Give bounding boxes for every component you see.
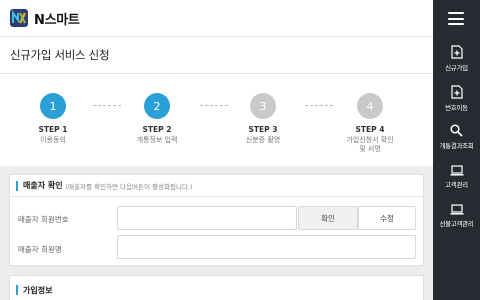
step-4-circle: 4	[357, 93, 383, 119]
sidebar-item-label: 고객관리	[445, 181, 468, 189]
step-1-label: STEP 1	[38, 125, 68, 134]
step-1-circle: 1	[40, 93, 66, 119]
step-connector	[305, 105, 333, 106]
seller-section-title: 매출자 확인	[23, 181, 63, 190]
edit-button[interactable]: 수정	[358, 206, 416, 230]
member-name-row: 매출자 회원명	[10, 234, 423, 264]
step-3-circle: 3	[250, 93, 276, 119]
step-2-desc: 개통정보 입력	[136, 136, 178, 144]
step-connector	[200, 105, 228, 106]
member-no-row: 매출자 회원번호 확인 수정	[10, 204, 423, 234]
step-2-circle: 2	[144, 93, 170, 119]
page-title: 신규가입 서비스 신청	[10, 48, 110, 62]
member-no-input[interactable]	[117, 206, 297, 230]
sidebar-item-new-join[interactable]: 신규가입	[433, 45, 480, 72]
section-accent-bar	[16, 180, 18, 191]
step-4-label: STEP 4	[355, 125, 385, 134]
step-progress: 1 STEP 1 이용동의 2 STEP 2 개통정보 입력 3 STEP 3 …	[0, 74, 433, 166]
step-1-desc: 이용동의	[40, 136, 66, 144]
step-2: 2 STEP 2 개통정보 입력	[122, 93, 192, 145]
confirm-button[interactable]: 확인	[298, 206, 358, 230]
document-plus-icon	[450, 85, 463, 99]
laptop-icon	[450, 204, 463, 215]
seller-section: 매출자 확인 (매출자를 확인하면 다음버튼이 활성화됩니다.) 매출자 회원번…	[9, 174, 424, 266]
sidebar: 신규가입 번호이동 개통결과조회 고객관리 선불고객관리	[433, 0, 480, 300]
step-4-desc: 가입신청서 확인 및 서명	[346, 136, 394, 153]
main-panel: N스마트 신규가입 서비스 신청 1 STEP 1 이용동의 2 STEP 2 …	[0, 0, 433, 300]
top-bar: N스마트	[0, 0, 433, 37]
step-1: 1 STEP 1 이용동의	[18, 93, 88, 145]
seller-section-note: (매출자를 확인하면 다음버튼이 활성화됩니다.)	[65, 182, 193, 191]
sidebar-item-number-transfer[interactable]: 번호이동	[433, 85, 480, 112]
document-plus-icon	[450, 45, 463, 59]
menu-icon[interactable]	[448, 12, 464, 25]
join-section-title: 가입정보	[23, 285, 53, 295]
step-connector	[93, 105, 121, 106]
join-section-header: 가입정보	[10, 276, 423, 300]
sidebar-item-activation-lookup[interactable]: 개통결과조회	[433, 124, 480, 150]
sidebar-item-prepaid-customer[interactable]: 선불고객관리	[433, 204, 480, 228]
sidebar-item-label: 번호이동	[445, 104, 468, 112]
title-bar: 신규가입 서비스 신청	[0, 37, 433, 74]
step-4: 4 STEP 4 가입신청서 확인 및 서명	[335, 93, 405, 154]
step-2-label: STEP 2	[142, 125, 172, 134]
seller-section-header: 매출자 확인 (매출자를 확인하면 다음버튼이 활성화됩니다.)	[10, 175, 423, 197]
laptop-icon	[450, 165, 463, 176]
brand-name: N스마트	[34, 12, 80, 28]
sidebar-item-customer-management[interactable]: 고객관리	[433, 165, 480, 189]
member-name-input[interactable]	[117, 235, 416, 259]
sidebar-item-label: 개통결과조회	[439, 142, 474, 150]
form-area: 매출자 확인 (매출자를 확인하면 다음버튼이 활성화됩니다.) 매출자 회원번…	[0, 166, 433, 300]
sidebar-item-label: 선불고객관리	[439, 220, 474, 228]
member-no-label: 매출자 회원번호	[18, 215, 69, 224]
step-3-label: STEP 3	[248, 125, 278, 134]
search-icon	[450, 124, 463, 137]
section-accent-bar	[16, 285, 18, 295]
sidebar-item-label: 신규가입	[445, 64, 468, 72]
step-3-desc: 신분증 촬영	[245, 136, 281, 144]
join-section: 가입정보	[9, 275, 424, 300]
member-name-label: 매출자 회원명	[18, 245, 62, 254]
logo-icon	[10, 9, 28, 27]
step-3: 3 STEP 3 신분증 촬영	[228, 93, 298, 145]
